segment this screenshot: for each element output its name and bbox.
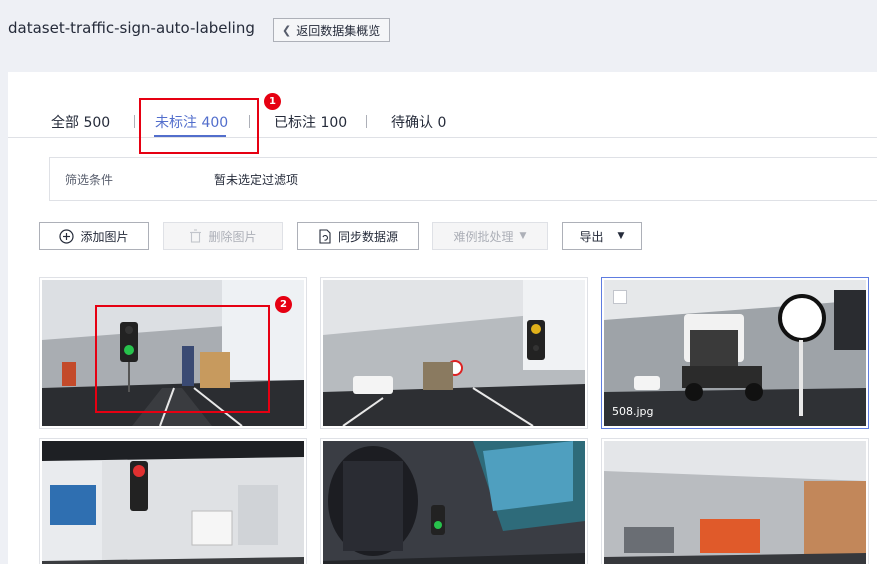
hard-example-label: 难例批处理 <box>453 229 514 244</box>
filter-label: 筛选条件 <box>65 173 114 187</box>
image-card[interactable] <box>320 438 588 564</box>
caret-down-icon: ▼ <box>617 231 625 241</box>
tab-labeled[interactable]: 已标注 100 <box>274 112 347 138</box>
sync-source-label: 同步数据源 <box>337 229 398 244</box>
tab-separator <box>366 115 367 128</box>
plus-circle-icon <box>59 228 75 244</box>
step-badge-1: 1 <box>264 93 281 110</box>
image-thumbnail <box>323 280 585 426</box>
chevron-left-icon: ❮ <box>282 23 292 37</box>
tab-separator <box>134 115 135 128</box>
highlight-box-tab <box>139 98 259 154</box>
trash-icon <box>190 229 202 243</box>
caret-down-icon: ▼ <box>519 231 527 241</box>
delete-image-label: 删除图片 <box>208 229 257 244</box>
image-select-checkbox[interactable] <box>613 290 627 304</box>
highlight-box-image <box>95 305 270 413</box>
hard-example-button[interactable]: 难例批处理 ▼ <box>432 222 548 250</box>
image-card[interactable] <box>601 438 869 564</box>
tab-all[interactable]: 全部 500 <box>51 112 110 138</box>
back-button-label: 返回数据集概览 <box>296 23 381 38</box>
filter-bar: 筛选条件 暂未选定过滤项 <box>49 157 877 201</box>
image-thumbnail <box>323 441 585 564</box>
sync-icon <box>319 228 331 244</box>
dataset-panel: 全部 500 未标注 400 已标注 100 待确认 0 1 筛选条件 暂未选定… <box>8 72 877 564</box>
image-card[interactable] <box>39 438 307 564</box>
tab-to-confirm[interactable]: 待确认 0 <box>391 112 446 138</box>
add-image-label: 添加图片 <box>80 229 129 244</box>
export-label: 导出 <box>579 229 604 244</box>
image-filename: 508.jpg <box>612 405 654 418</box>
filter-value: 暂未选定过滤项 <box>214 173 299 187</box>
page-header: dataset-traffic-sign-auto-labeling ❮ 返回数… <box>0 0 877 72</box>
back-to-overview-button[interactable]: ❮ 返回数据集概览 <box>273 18 391 42</box>
image-thumbnail <box>42 441 304 564</box>
image-card[interactable] <box>320 277 588 429</box>
add-image-button[interactable]: 添加图片 <box>39 222 149 250</box>
sync-source-button[interactable]: 同步数据源 <box>297 222 419 250</box>
image-card[interactable]: 2 <box>39 277 307 429</box>
dataset-title: dataset-traffic-sign-auto-labeling <box>8 19 255 37</box>
delete-image-button[interactable]: 删除图片 <box>163 222 283 250</box>
step-badge-2: 2 <box>275 296 292 313</box>
image-thumbnail <box>604 441 866 564</box>
image-card[interactable]: 508.jpg <box>601 277 869 429</box>
export-button[interactable]: 导出 ▼ <box>562 222 642 250</box>
